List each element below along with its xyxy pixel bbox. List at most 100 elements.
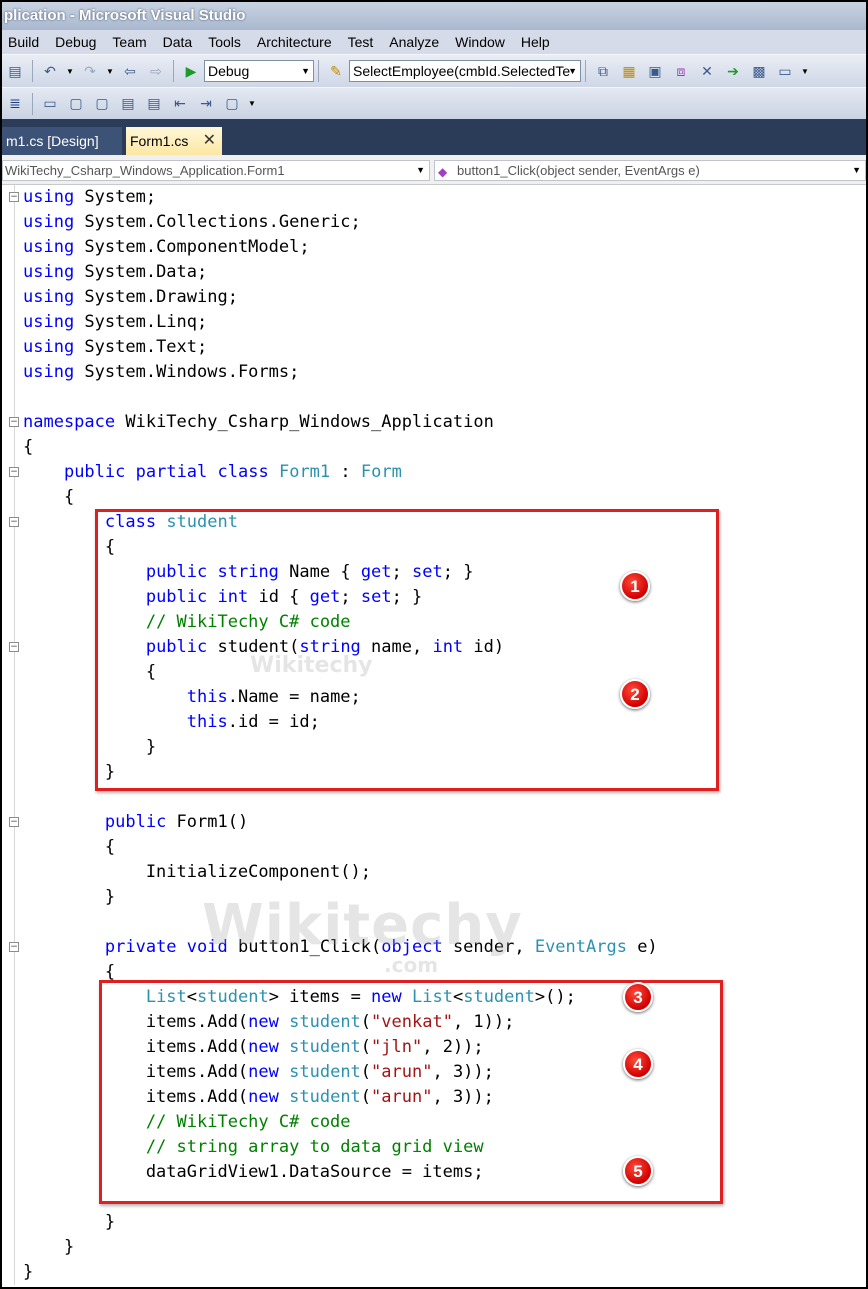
collapse-icon[interactable]: − bbox=[9, 942, 19, 952]
tab-label: Form1.cs bbox=[130, 133, 189, 149]
code-line: private void button1_Click(object sender… bbox=[104, 937, 658, 957]
annotation-badge: 4 bbox=[623, 1049, 653, 1079]
menu-architecture[interactable]: Architecture bbox=[249, 30, 340, 54]
object-browser-icon[interactable]: ▣ bbox=[644, 60, 666, 82]
code-line: } bbox=[23, 1212, 116, 1232]
redo-dropdown-icon[interactable]: ▼ bbox=[105, 60, 115, 82]
toolbox-icon[interactable]: ⧈ bbox=[670, 60, 692, 82]
server-explorer-icon[interactable]: ▩ bbox=[748, 60, 770, 82]
undo-dropdown-icon[interactable]: ▼ bbox=[65, 60, 75, 82]
code-line: } bbox=[23, 1237, 75, 1257]
find-in-files-icon[interactable]: ✎ bbox=[325, 60, 347, 82]
annotation-box-student-class bbox=[95, 509, 719, 791]
annotation-badge: 3 bbox=[623, 982, 653, 1012]
solution-config-value: Debug bbox=[208, 63, 250, 79]
collapse-icon[interactable]: − bbox=[9, 467, 19, 477]
code-line: using System.ComponentModel; bbox=[23, 237, 310, 257]
comment-out-icon[interactable]: ▤ bbox=[117, 93, 139, 115]
find-combo[interactable]: SelectEmployee(cmbId.SelectedTe ▼ bbox=[349, 60, 581, 82]
collapse-icon[interactable]: − bbox=[9, 517, 19, 527]
solution-config-dropdown[interactable]: Debug ▼ bbox=[204, 60, 314, 82]
code-line: using System.Linq; bbox=[23, 312, 208, 332]
annotation-badge: 2 bbox=[620, 679, 650, 709]
tab-form1-cs[interactable]: Form1.cs ✕ bbox=[126, 127, 222, 155]
menu-test[interactable]: Test bbox=[340, 30, 382, 54]
menu-team[interactable]: Team bbox=[104, 30, 154, 54]
code-line: using System.Windows.Forms; bbox=[23, 362, 300, 382]
member-list-icon[interactable]: ≣ bbox=[4, 93, 26, 115]
close-icon[interactable]: ✕ bbox=[203, 127, 216, 155]
quick-info-icon[interactable]: ▢ bbox=[65, 93, 87, 115]
chevron-down-icon: ▼ bbox=[301, 66, 310, 76]
toolbar-separator bbox=[32, 60, 33, 82]
code-line: { bbox=[23, 837, 116, 857]
annotation-badge: 1 bbox=[620, 571, 650, 601]
redo-icon[interactable]: ↷ bbox=[79, 60, 101, 82]
extension-manager-icon[interactable]: ➔ bbox=[722, 60, 744, 82]
menu-tools[interactable]: Tools bbox=[200, 30, 249, 54]
menu-analyze[interactable]: Analyze bbox=[381, 30, 447, 54]
text-editor-toolbar: ≣ ▭ ▢ ▢ ▤ ▤ ⇤ ⇥ ▢ ▼ bbox=[2, 87, 866, 119]
complete-word-icon[interactable]: ▢ bbox=[91, 93, 113, 115]
code-line: InitializeComponent(); bbox=[23, 862, 371, 882]
collapse-icon[interactable]: − bbox=[9, 192, 19, 202]
navigate-forward-icon[interactable]: ⇨ bbox=[145, 60, 167, 82]
toolbar-options-icon[interactable]: ▼ bbox=[247, 93, 257, 115]
navigation-bar: WikiTechy_Csharp_Windows_Application.For… bbox=[2, 155, 866, 185]
collapse-icon[interactable]: − bbox=[9, 417, 19, 427]
menu-debug[interactable]: Debug bbox=[47, 30, 104, 54]
code-line: using System.Data; bbox=[23, 262, 208, 282]
vs-window: plication - Microsoft Visual Studio Buil… bbox=[0, 0, 868, 1289]
paste-icon[interactable]: ▤ bbox=[4, 60, 26, 82]
code-line: using System; bbox=[23, 187, 157, 207]
outlining-margin bbox=[14, 185, 15, 1285]
member-dropdown[interactable]: ◆ button1_Click(object sender, EventArgs… bbox=[434, 160, 866, 181]
code-line: namespace WikiTechy_Csharp_Windows_Appli… bbox=[23, 412, 494, 432]
tab-form1-design[interactable]: m1.cs [Design] bbox=[2, 127, 122, 155]
code-editor[interactable]: using System; − using System.Collections.G… bbox=[2, 185, 866, 1287]
increase-indent-icon[interactable]: ⇥ bbox=[195, 93, 217, 115]
code-line: using System.Collections.Generic; bbox=[23, 212, 361, 232]
chevron-down-icon: ▼ bbox=[568, 66, 577, 76]
navigate-backward-icon[interactable]: ⇦ bbox=[119, 60, 141, 82]
document-tab-strip: m1.cs [Design] Form1.cs ✕ bbox=[2, 119, 866, 155]
solution-explorer-icon[interactable]: ⧉ bbox=[592, 60, 614, 82]
toolbar-separator bbox=[585, 60, 586, 82]
find-combo-value: SelectEmployee(cmbId.SelectedTe bbox=[353, 63, 571, 79]
annotation-badge: 5 bbox=[623, 1156, 653, 1186]
toolbar-separator bbox=[318, 60, 319, 82]
menu-window[interactable]: Window bbox=[447, 30, 513, 54]
command-window-icon[interactable]: ▭ bbox=[774, 60, 796, 82]
menu-data[interactable]: Data bbox=[155, 30, 201, 54]
code-line: public partial class Form1 : Form bbox=[63, 462, 402, 482]
menu-bar: Build Debug Team Data Tools Architecture… bbox=[2, 30, 866, 54]
standard-toolbar: ▤ ↶ ▼ ↷ ▼ ⇦ ⇨ ▶ Debug ▼ ✎ SelectEmployee… bbox=[2, 54, 866, 87]
toolbar-options-icon[interactable]: ▼ bbox=[800, 60, 810, 82]
parameter-info-icon[interactable]: ▭ bbox=[39, 93, 61, 115]
code-line: { bbox=[23, 487, 75, 507]
type-dropdown[interactable]: WikiTechy_Csharp_Windows_Application.For… bbox=[2, 160, 430, 181]
code-line: using System.Text; bbox=[23, 337, 208, 357]
menu-help[interactable]: Help bbox=[513, 30, 558, 54]
menu-build[interactable]: Build bbox=[2, 30, 47, 54]
bookmark-icon[interactable]: ▢ bbox=[221, 93, 243, 115]
window-title: plication - Microsoft Visual Studio bbox=[2, 2, 866, 30]
code-line: } bbox=[23, 887, 116, 907]
start-debugging-icon[interactable]: ▶ bbox=[180, 60, 202, 82]
method-icon: ◆ bbox=[438, 165, 448, 179]
tab-label: m1.cs [Design] bbox=[6, 133, 99, 149]
code-line: } bbox=[23, 1262, 34, 1282]
code-line: public Form1() bbox=[104, 812, 249, 832]
chevron-down-icon: ▼ bbox=[416, 165, 425, 175]
tools-icon[interactable]: ✕ bbox=[696, 60, 718, 82]
properties-icon[interactable]: ▦ bbox=[618, 60, 640, 82]
toolbar-separator bbox=[173, 60, 174, 82]
collapse-icon[interactable]: − bbox=[9, 817, 19, 827]
chevron-down-icon: ▼ bbox=[852, 165, 861, 175]
collapse-icon[interactable]: − bbox=[9, 642, 19, 652]
uncomment-icon[interactable]: ▤ bbox=[143, 93, 165, 115]
undo-icon[interactable]: ↶ bbox=[39, 60, 61, 82]
decrease-indent-icon[interactable]: ⇤ bbox=[169, 93, 191, 115]
type-dropdown-value: WikiTechy_Csharp_Windows_Application.For… bbox=[5, 163, 285, 178]
code-line: { bbox=[23, 437, 34, 457]
